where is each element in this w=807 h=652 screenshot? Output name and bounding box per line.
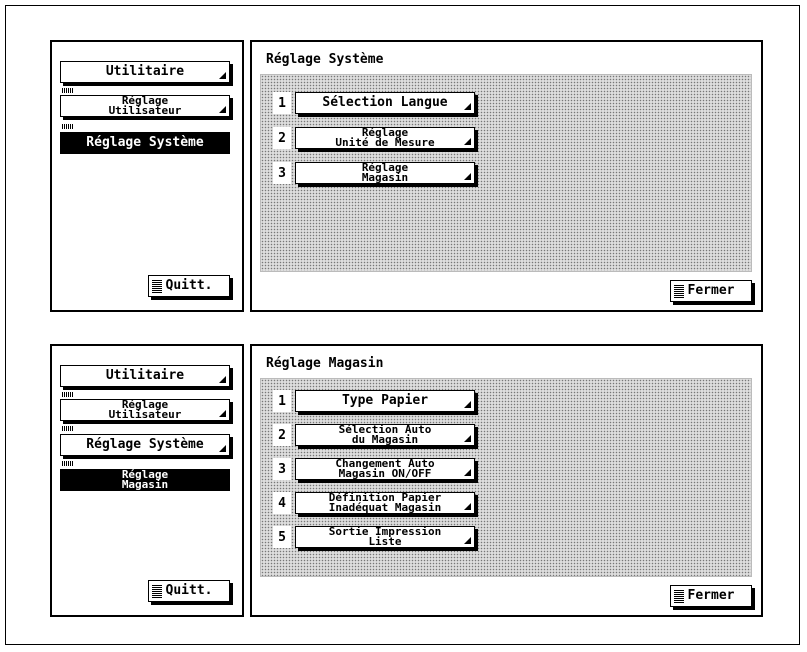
option-number: 5 [273, 526, 291, 548]
sidebar-item-label: Utilitaire [105, 64, 185, 79]
panel-title: Réglage Magasin [266, 356, 384, 371]
corner-triangle-icon [464, 435, 471, 442]
corner-triangle-icon [219, 410, 226, 417]
sidebar-item-reglage-utilisateur[interactable]: Réglage Utilisateur [60, 95, 230, 117]
sidebar-item-reglage-systeme[interactable]: Réglage Système [60, 434, 230, 456]
option-selection-langue[interactable]: Sélection Langue [295, 92, 475, 114]
options-area: 1 Type Papier 2 Sélection Auto du Magasi… [260, 378, 752, 577]
option-label: Réglage Magasin [361, 161, 409, 184]
option-sortie-impression-liste[interactable]: Sortie Impression Liste [295, 526, 475, 548]
menu-connector [62, 392, 74, 397]
sidebar-item-reglage-systeme[interactable]: Réglage Système [60, 132, 230, 154]
corner-triangle-icon [464, 537, 471, 544]
option-label: Sélection Langue [322, 95, 448, 110]
options-area: 1 Sélection Langue 2 Réglage Unité de Me… [260, 74, 752, 272]
button-lead-icon [674, 284, 684, 298]
option-number: 3 [273, 458, 291, 480]
corner-triangle-icon [464, 138, 471, 145]
option-label: Type Papier [341, 393, 429, 408]
option-type-papier[interactable]: Type Papier [295, 390, 475, 412]
close-button[interactable]: Fermer [670, 280, 752, 302]
option-number: 4 [273, 492, 291, 514]
menu-connector [62, 88, 74, 93]
option-selection-auto-magasin[interactable]: Sélection Auto du Magasin [295, 424, 475, 446]
option-definition-papier-inadequat[interactable]: Définition Papier Inadéquat Magasin [295, 492, 475, 514]
quit-label: Quitt. [165, 583, 213, 598]
corner-triangle-icon [464, 103, 471, 110]
screen-reglage-magasin: Utilitaire Réglage Utilisateur Réglage S… [50, 344, 763, 617]
option-number: 3 [273, 162, 291, 184]
sidebar-item-reglage-magasin[interactable]: Réglage Magasin [60, 469, 230, 491]
option-number: 1 [273, 92, 291, 114]
sidebar-item-label: Utilitaire [105, 368, 185, 383]
quit-button[interactable]: Quitt. [148, 275, 230, 297]
sidebar-item-label: Réglage Système [86, 135, 204, 150]
option-label: Changement Auto Magasin ON/OFF [335, 457, 435, 480]
corner-triangle-icon [219, 106, 226, 113]
corner-triangle-icon [219, 376, 226, 383]
sidebar-item-label: Réglage Système [86, 437, 204, 452]
menu-connector [62, 426, 74, 431]
menu-connector [62, 461, 74, 466]
option-reglage-magasin[interactable]: Réglage Magasin [295, 162, 475, 184]
sidebar-item-label: Réglage Magasin [121, 468, 169, 491]
quit-button[interactable]: Quitt. [148, 580, 230, 602]
button-lead-icon [152, 279, 162, 293]
corner-triangle-icon [464, 401, 471, 408]
sidebar: Utilitaire Réglage Utilisateur Réglage S… [50, 344, 244, 617]
main-panel: Réglage Magasin 1 Type Papier 2 Sélectio… [250, 344, 763, 617]
close-label: Fermer [687, 588, 735, 603]
option-label: Définition Papier Inadéquat Magasin [328, 491, 442, 514]
sidebar-item-label: Réglage Utilisateur [108, 94, 182, 117]
option-number: 1 [273, 390, 291, 412]
screen-reglage-systeme: Utilitaire Réglage Utilisateur Réglage S… [50, 40, 763, 312]
panel-title: Réglage Système [266, 52, 384, 67]
main-panel: Réglage Système 1 Sélection Langue 2 Rég… [250, 40, 763, 312]
corner-triangle-icon [219, 445, 226, 452]
option-changement-auto-magasin[interactable]: Changement Auto Magasin ON/OFF [295, 458, 475, 480]
corner-triangle-icon [464, 503, 471, 510]
sidebar-item-reglage-utilisateur[interactable]: Réglage Utilisateur [60, 399, 230, 421]
option-label: Réglage Unité de Mesure [335, 126, 435, 149]
close-button[interactable]: Fermer [670, 585, 752, 607]
menu-connector [62, 124, 74, 129]
sidebar-item-utilitaire[interactable]: Utilitaire [60, 61, 230, 83]
button-lead-icon [674, 589, 684, 603]
corner-triangle-icon [219, 72, 226, 79]
option-label: Sélection Auto du Magasin [338, 423, 432, 446]
option-label: Sortie Impression Liste [328, 525, 442, 548]
option-number: 2 [273, 127, 291, 149]
sidebar-item-utilitaire[interactable]: Utilitaire [60, 365, 230, 387]
option-number: 2 [273, 424, 291, 446]
sidebar: Utilitaire Réglage Utilisateur Réglage S… [50, 40, 244, 312]
button-lead-icon [152, 584, 162, 598]
quit-label: Quitt. [165, 278, 213, 293]
close-label: Fermer [687, 283, 735, 298]
corner-triangle-icon [464, 173, 471, 180]
option-unite-de-mesure[interactable]: Réglage Unité de Mesure [295, 127, 475, 149]
sidebar-item-label: Réglage Utilisateur [108, 398, 182, 421]
corner-triangle-icon [464, 469, 471, 476]
